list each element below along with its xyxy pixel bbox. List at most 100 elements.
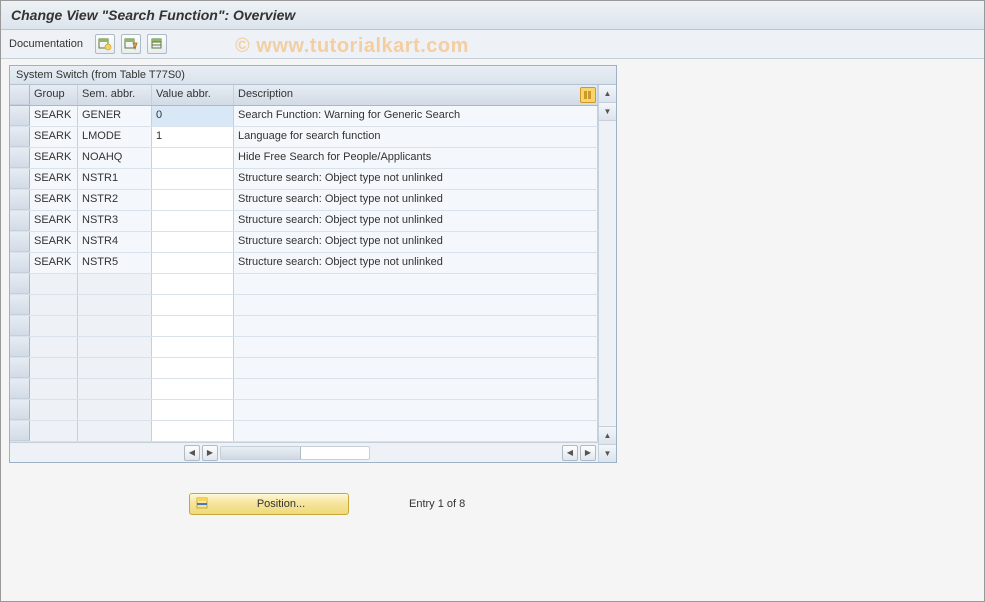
hscroll-left2-icon[interactable]: ◀ bbox=[562, 445, 578, 461]
col-header-sem[interactable]: Sem. abbr. bbox=[78, 85, 152, 105]
row-selector[interactable] bbox=[10, 337, 30, 357]
table-row[interactable]: SEARKNSTR2Structure search: Object type … bbox=[10, 190, 598, 211]
page-title: Change View "Search Function": Overview bbox=[1, 1, 984, 30]
cell-val[interactable]: 1 bbox=[152, 127, 234, 147]
table-row[interactable] bbox=[10, 421, 598, 442]
col-header-val[interactable]: Value abbr. bbox=[152, 85, 234, 105]
vscroll-down2-icon[interactable]: ▼ bbox=[599, 444, 616, 462]
cell-desc: Structure search: Object type not unlink… bbox=[234, 190, 598, 210]
vscroll-track[interactable] bbox=[599, 121, 616, 426]
copy-entry-button[interactable] bbox=[121, 34, 141, 54]
table-row[interactable]: SEARKNSTR1Structure search: Object type … bbox=[10, 169, 598, 190]
cell-desc bbox=[234, 295, 598, 315]
cell-val[interactable] bbox=[152, 232, 234, 252]
row-selector[interactable] bbox=[10, 274, 30, 294]
position-label: Position... bbox=[220, 498, 342, 510]
table-row[interactable]: SEARKNSTR4Structure search: Object type … bbox=[10, 232, 598, 253]
vscroll-up-icon[interactable]: ▲ bbox=[599, 85, 616, 103]
cell-group: SEARK bbox=[30, 148, 78, 168]
table-row[interactable] bbox=[10, 274, 598, 295]
hscroll-right2-icon[interactable]: ▶ bbox=[580, 445, 596, 461]
table-row[interactable]: SEARKNOAHQHide Free Search for People/Ap… bbox=[10, 148, 598, 169]
row-selector[interactable] bbox=[10, 421, 30, 441]
cell-desc bbox=[234, 337, 598, 357]
cell-desc: Structure search: Object type not unlink… bbox=[234, 169, 598, 189]
table-copy-icon bbox=[124, 37, 138, 51]
vscroll-up2-icon[interactable]: ▲ bbox=[599, 426, 616, 444]
table-row[interactable] bbox=[10, 316, 598, 337]
row-selector[interactable] bbox=[10, 379, 30, 399]
cell-sem: NSTR4 bbox=[78, 232, 152, 252]
cell-group: SEARK bbox=[30, 106, 78, 126]
cell-val[interactable] bbox=[152, 190, 234, 210]
row-selector[interactable] bbox=[10, 169, 30, 189]
cell-val[interactable]: 0 bbox=[152, 106, 234, 126]
cell-val[interactable] bbox=[152, 211, 234, 231]
table-row[interactable] bbox=[10, 379, 598, 400]
row-selector[interactable] bbox=[10, 253, 30, 273]
entry-counter: Entry 1 of 8 bbox=[409, 498, 465, 510]
row-selector[interactable] bbox=[10, 400, 30, 420]
cell-sem: NSTR3 bbox=[78, 211, 152, 231]
app-window: Change View "Search Function": Overview … bbox=[0, 0, 985, 602]
cell-val[interactable] bbox=[152, 253, 234, 273]
cell-sem: NSTR2 bbox=[78, 190, 152, 210]
cell-val[interactable] bbox=[152, 316, 234, 336]
cell-sem: NSTR1 bbox=[78, 169, 152, 189]
select-all-header[interactable] bbox=[10, 85, 30, 105]
cell-val[interactable] bbox=[152, 274, 234, 294]
footer: Position... Entry 1 of 8 bbox=[9, 493, 976, 515]
cell-desc: Language for search function bbox=[234, 127, 598, 147]
row-selector[interactable] bbox=[10, 190, 30, 210]
cell-group bbox=[30, 316, 78, 336]
configure-columns-icon[interactable] bbox=[580, 87, 596, 103]
table-row[interactable] bbox=[10, 337, 598, 358]
column-header-row: Group Sem. abbr. Value abbr. Description bbox=[10, 85, 598, 106]
hscroll-right-icon[interactable]: ▶ bbox=[202, 445, 218, 461]
table-row[interactable]: SEARKLMODE1Language for search function bbox=[10, 127, 598, 148]
cell-sem bbox=[78, 274, 152, 294]
cell-val[interactable] bbox=[152, 379, 234, 399]
cell-val[interactable] bbox=[152, 148, 234, 168]
cell-group: SEARK bbox=[30, 232, 78, 252]
table-row[interactable] bbox=[10, 295, 598, 316]
hscroll-thumb[interactable] bbox=[221, 447, 301, 459]
row-selector[interactable] bbox=[10, 358, 30, 378]
new-entries-button[interactable] bbox=[95, 34, 115, 54]
col-header-group[interactable]: Group bbox=[30, 85, 78, 105]
cell-desc bbox=[234, 274, 598, 294]
row-selector[interactable] bbox=[10, 148, 30, 168]
cell-val[interactable] bbox=[152, 169, 234, 189]
row-selector[interactable] bbox=[10, 316, 30, 336]
cell-val[interactable] bbox=[152, 421, 234, 441]
cell-val[interactable] bbox=[152, 337, 234, 357]
row-selector[interactable] bbox=[10, 211, 30, 231]
row-selector[interactable] bbox=[10, 295, 30, 315]
cell-val[interactable] bbox=[152, 358, 234, 378]
grid-panel: System Switch (from Table T77S0) Group S… bbox=[9, 65, 617, 463]
table-row[interactable] bbox=[10, 358, 598, 379]
cell-val[interactable] bbox=[152, 400, 234, 420]
col-header-desc[interactable]: Description bbox=[234, 85, 598, 105]
table-add-icon bbox=[98, 37, 112, 51]
vertical-scrollbar: ▲ ▼ ▲ ▼ bbox=[598, 85, 616, 462]
cell-group bbox=[30, 400, 78, 420]
table-row[interactable]: SEARKGENER0Search Function: Warning for … bbox=[10, 106, 598, 127]
table-delete-icon bbox=[150, 37, 164, 51]
cell-val[interactable] bbox=[152, 295, 234, 315]
table-row[interactable] bbox=[10, 400, 598, 421]
row-selector[interactable] bbox=[10, 232, 30, 252]
hscroll-left-icon[interactable]: ◀ bbox=[184, 445, 200, 461]
horizontal-scrollbar: ◀ ▶ ◀ ▶ bbox=[10, 442, 598, 462]
row-selector[interactable] bbox=[10, 127, 30, 147]
vscroll-down-icon[interactable]: ▼ bbox=[599, 103, 616, 121]
hscroll-track[interactable] bbox=[220, 446, 370, 460]
row-selector[interactable] bbox=[10, 106, 30, 126]
table-row[interactable]: SEARKNSTR3Structure search: Object type … bbox=[10, 211, 598, 232]
documentation-label[interactable]: Documentation bbox=[9, 38, 83, 50]
cell-sem: LMODE bbox=[78, 127, 152, 147]
table-row[interactable]: SEARKNSTR5Structure search: Object type … bbox=[10, 253, 598, 274]
cell-group bbox=[30, 274, 78, 294]
position-button[interactable]: Position... bbox=[189, 493, 349, 515]
delete-entry-button[interactable] bbox=[147, 34, 167, 54]
